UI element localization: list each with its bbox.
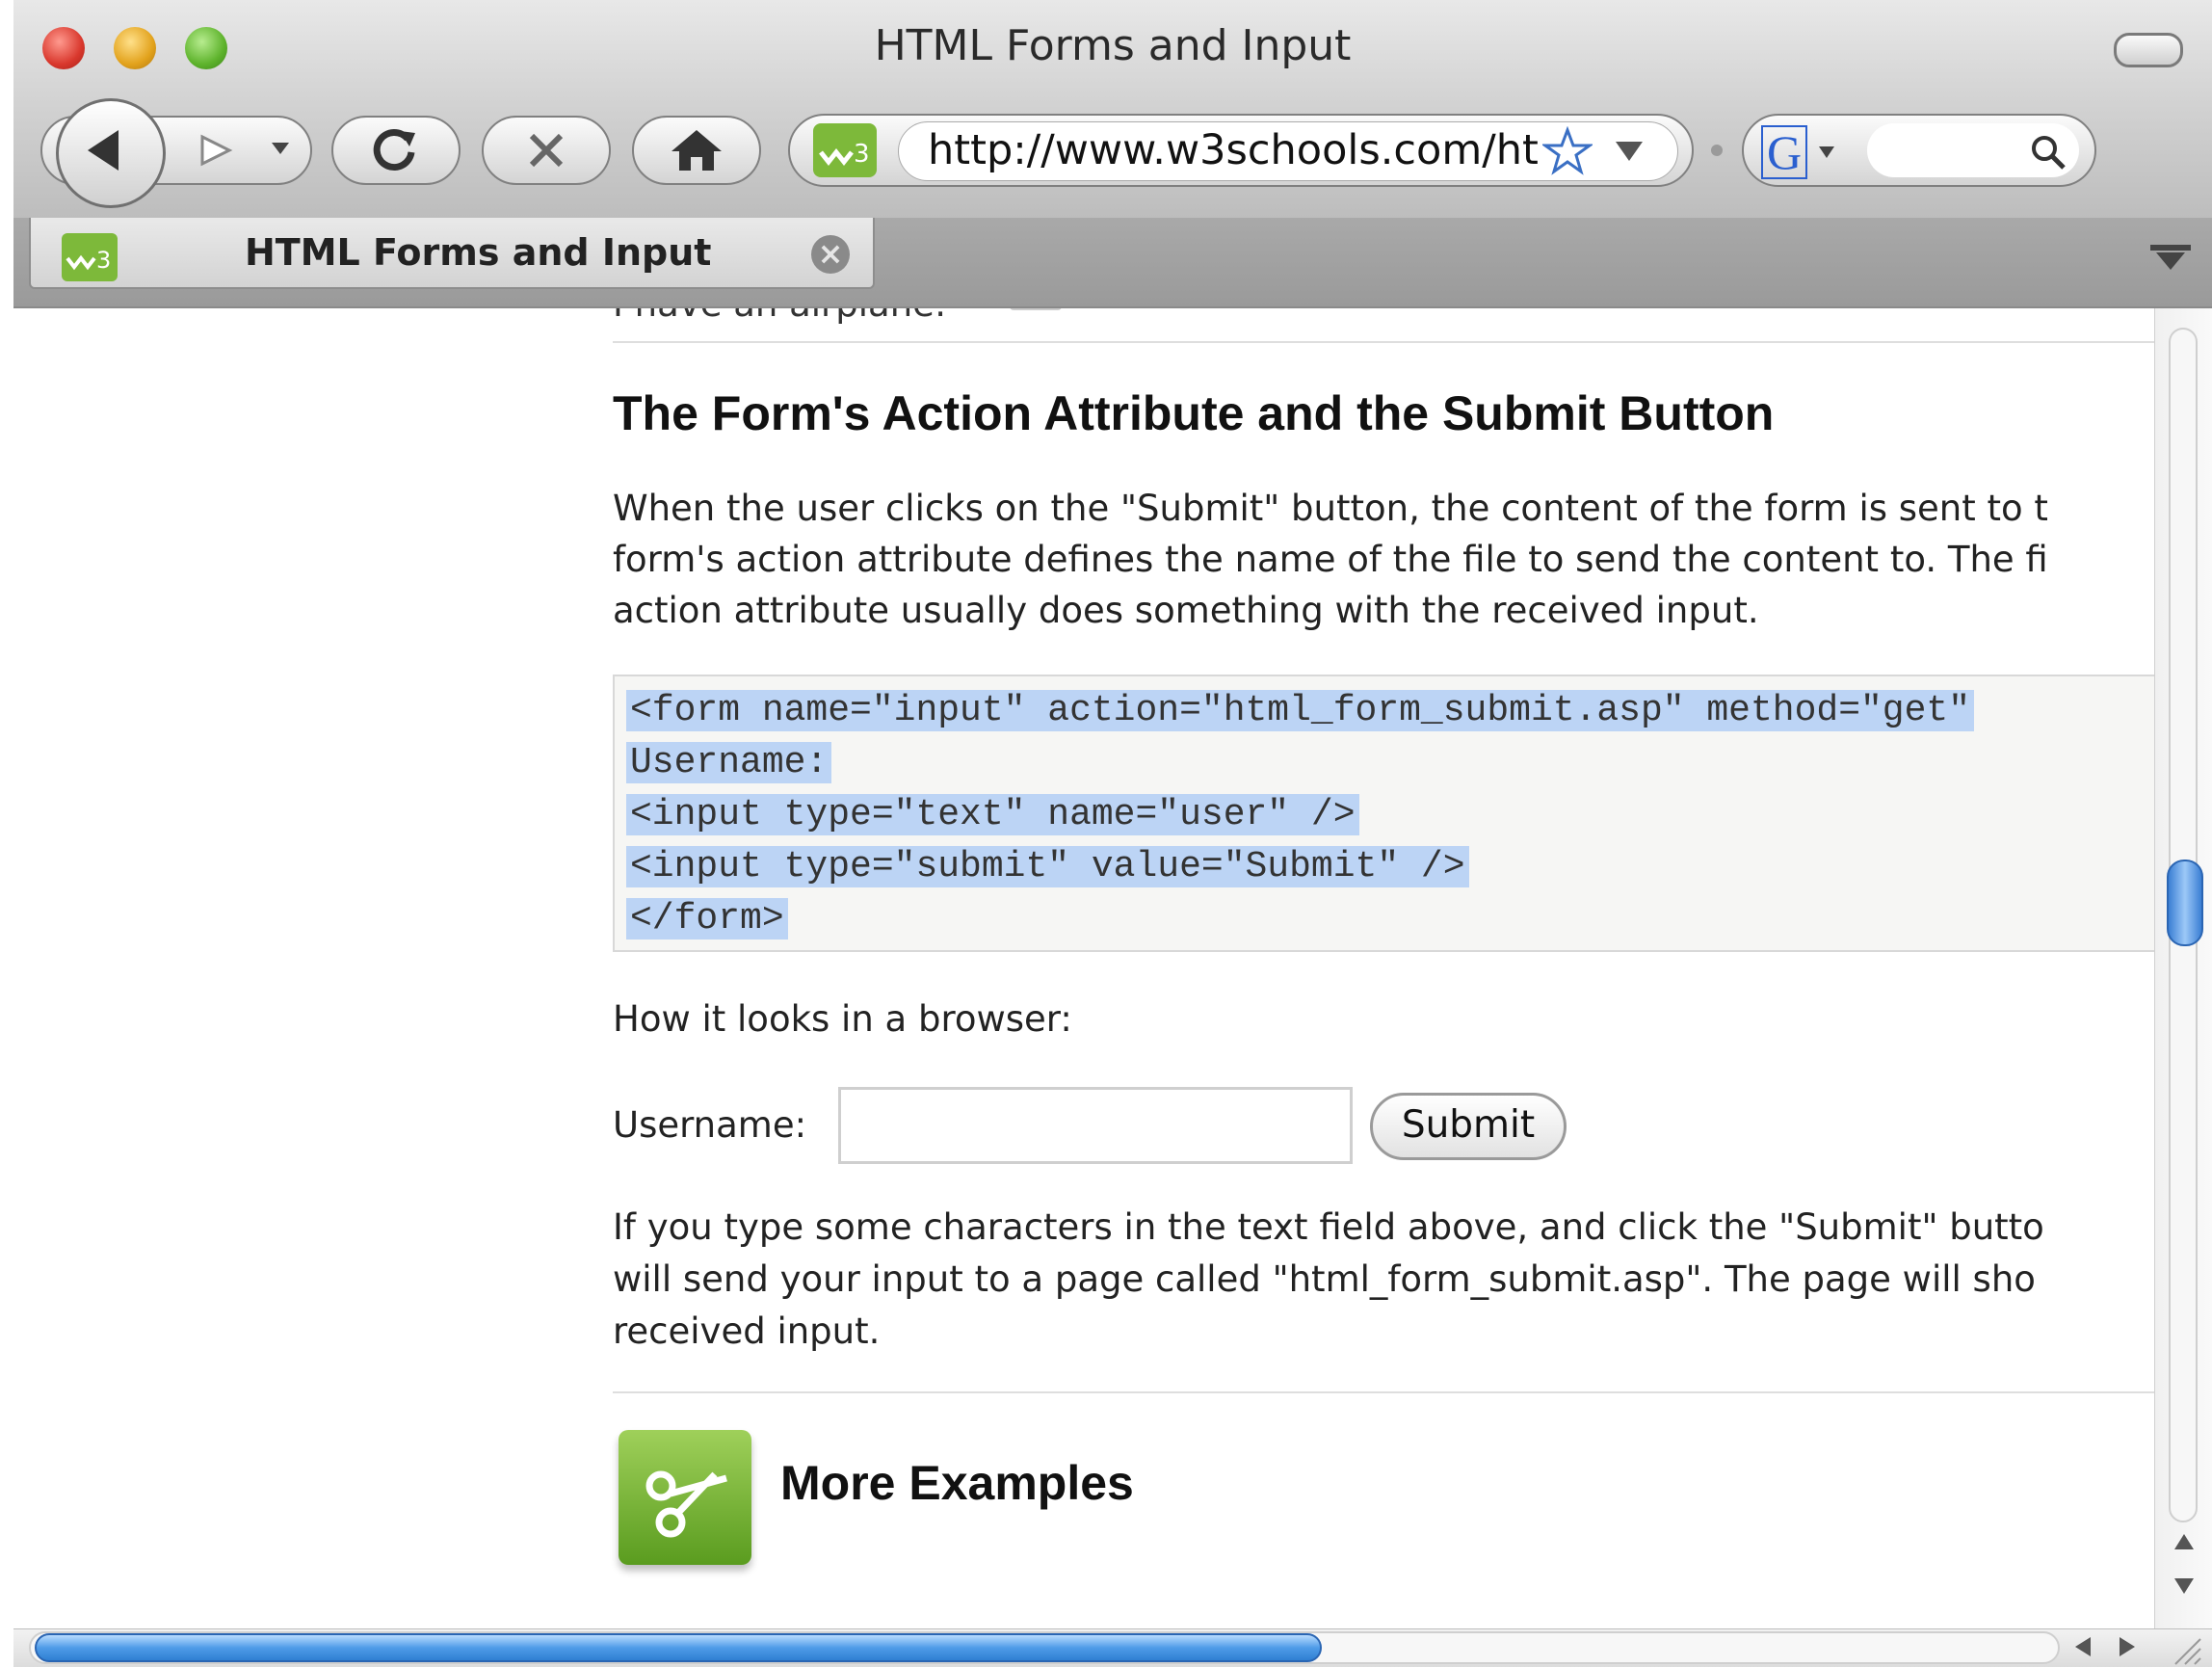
title-bar: HTML Forms and Input: [13, 0, 2212, 104]
url-text: http://www.w3schools.com/ht: [928, 126, 1539, 174]
chevron-down-icon: [1819, 146, 1834, 158]
search-input[interactable]: [1867, 123, 2079, 177]
toolbar-toggle-button[interactable]: [2114, 33, 2183, 67]
clipped-checkbox[interactable]: [1010, 308, 1062, 310]
back-arrow-icon: [88, 130, 118, 171]
tab-overflow-button[interactable]: [2146, 237, 2195, 279]
vertical-scroll-thumb[interactable]: [2167, 860, 2203, 946]
address-bar: 3 http://www.w3schools.com/ht: [788, 114, 1694, 187]
clipped-text: I have an airplane:: [613, 308, 946, 325]
code-line: <input type="submit" value="Submit" />: [626, 846, 1469, 887]
tab-label: HTML Forms and Input: [245, 231, 712, 274]
username-input[interactable]: [838, 1087, 1353, 1164]
page-content: I have an airplane: The Form's Action At…: [13, 308, 2154, 1628]
left-arrow-icon: [2075, 1637, 2091, 1656]
stop-icon: [529, 133, 564, 168]
magnifier-icon: [2032, 136, 2066, 170]
section-heading: The Form's Action Attribute and the Subm…: [613, 386, 1775, 440]
chevron-down-icon: [272, 143, 289, 154]
resize-grip-icon: [2174, 1638, 2201, 1665]
w3schools-icon: 3: [62, 233, 118, 281]
forward-button[interactable]: [185, 129, 243, 172]
forward-arrow-icon: [200, 134, 233, 167]
google-icon: G: [1761, 125, 1808, 179]
reload-button[interactable]: [331, 116, 461, 185]
code-line: <input type="text" name="user" />: [626, 794, 1359, 835]
back-button[interactable]: [56, 98, 166, 208]
tab-close-button[interactable]: ×: [811, 235, 850, 274]
scissors-icon: [619, 1430, 751, 1565]
down-arrow-icon: [2174, 1578, 2194, 1594]
tab-bar: 3 HTML Forms and Input ×: [13, 218, 2212, 308]
code-line: </form>: [626, 898, 788, 939]
search-engine-selector[interactable]: G: [1757, 125, 1857, 179]
paragraph-line: form's action attribute defines the name…: [613, 539, 2048, 580]
scroll-down-button[interactable]: [2171, 1573, 2198, 1606]
right-arrow-icon: [2120, 1637, 2135, 1656]
search-bar: G: [1742, 114, 2096, 187]
horizontal-scrollbar[interactable]: [13, 1628, 2212, 1667]
history-dropdown-button[interactable]: [266, 133, 295, 162]
horizontal-scroll-thumb[interactable]: [35, 1633, 1322, 1662]
tab-html-forms-and-input[interactable]: 3 HTML Forms and Input ×: [29, 218, 875, 289]
submit-button[interactable]: Submit: [1370, 1093, 1567, 1160]
divider: [613, 341, 2154, 343]
paragraph-line: will send your input to a page called "h…: [613, 1258, 2036, 1300]
vertical-scrollbar[interactable]: [2154, 308, 2212, 1628]
scroll-left-button[interactable]: [2069, 1633, 2096, 1667]
more-examples-heading: More Examples: [780, 1456, 1134, 1510]
w3schools-icon: 3: [813, 123, 877, 177]
paragraph-line: action attribute usually does something …: [613, 590, 1759, 631]
paragraph-line: received input.: [613, 1310, 881, 1352]
code-line: <form name="input" action="html_form_sub…: [626, 690, 1975, 731]
tab-list-icon: [2150, 245, 2191, 270]
home-icon: [672, 130, 722, 171]
window-title: HTML Forms and Input: [874, 21, 1352, 70]
star-icon: [1540, 125, 1594, 175]
up-arrow-icon: [2174, 1534, 2194, 1549]
toolbar-separator-dot: [1711, 145, 1723, 156]
url-history-dropdown[interactable]: [1610, 134, 1648, 169]
browser-window: HTML Forms and Input 3 http://www.w3scho…: [13, 0, 2212, 1667]
stop-button[interactable]: [482, 116, 611, 185]
browser-caption: How it looks in a browser:: [613, 998, 1072, 1040]
scroll-up-button[interactable]: [2171, 1528, 2198, 1562]
paragraph-line: When the user clicks on the "Submit" but…: [613, 488, 2048, 529]
code-example: <form name="input" action="html_form_sub…: [613, 675, 2154, 952]
username-label: Username:: [613, 1104, 807, 1146]
divider: [613, 1391, 2154, 1393]
paragraph-line: If you type some characters in the text …: [613, 1206, 2044, 1248]
home-button[interactable]: [632, 116, 761, 185]
code-line: Username:: [626, 742, 832, 783]
resize-grip[interactable]: [2168, 1631, 2202, 1666]
url-input[interactable]: http://www.w3schools.com/ht: [898, 121, 1678, 181]
reload-icon: [373, 129, 415, 171]
svg-text:3: 3: [854, 140, 870, 169]
svg-text:3: 3: [96, 247, 111, 274]
chevron-down-icon: [1616, 142, 1643, 161]
scroll-right-button[interactable]: [2114, 1633, 2141, 1667]
bookmark-star-button[interactable]: [1540, 125, 1594, 176]
